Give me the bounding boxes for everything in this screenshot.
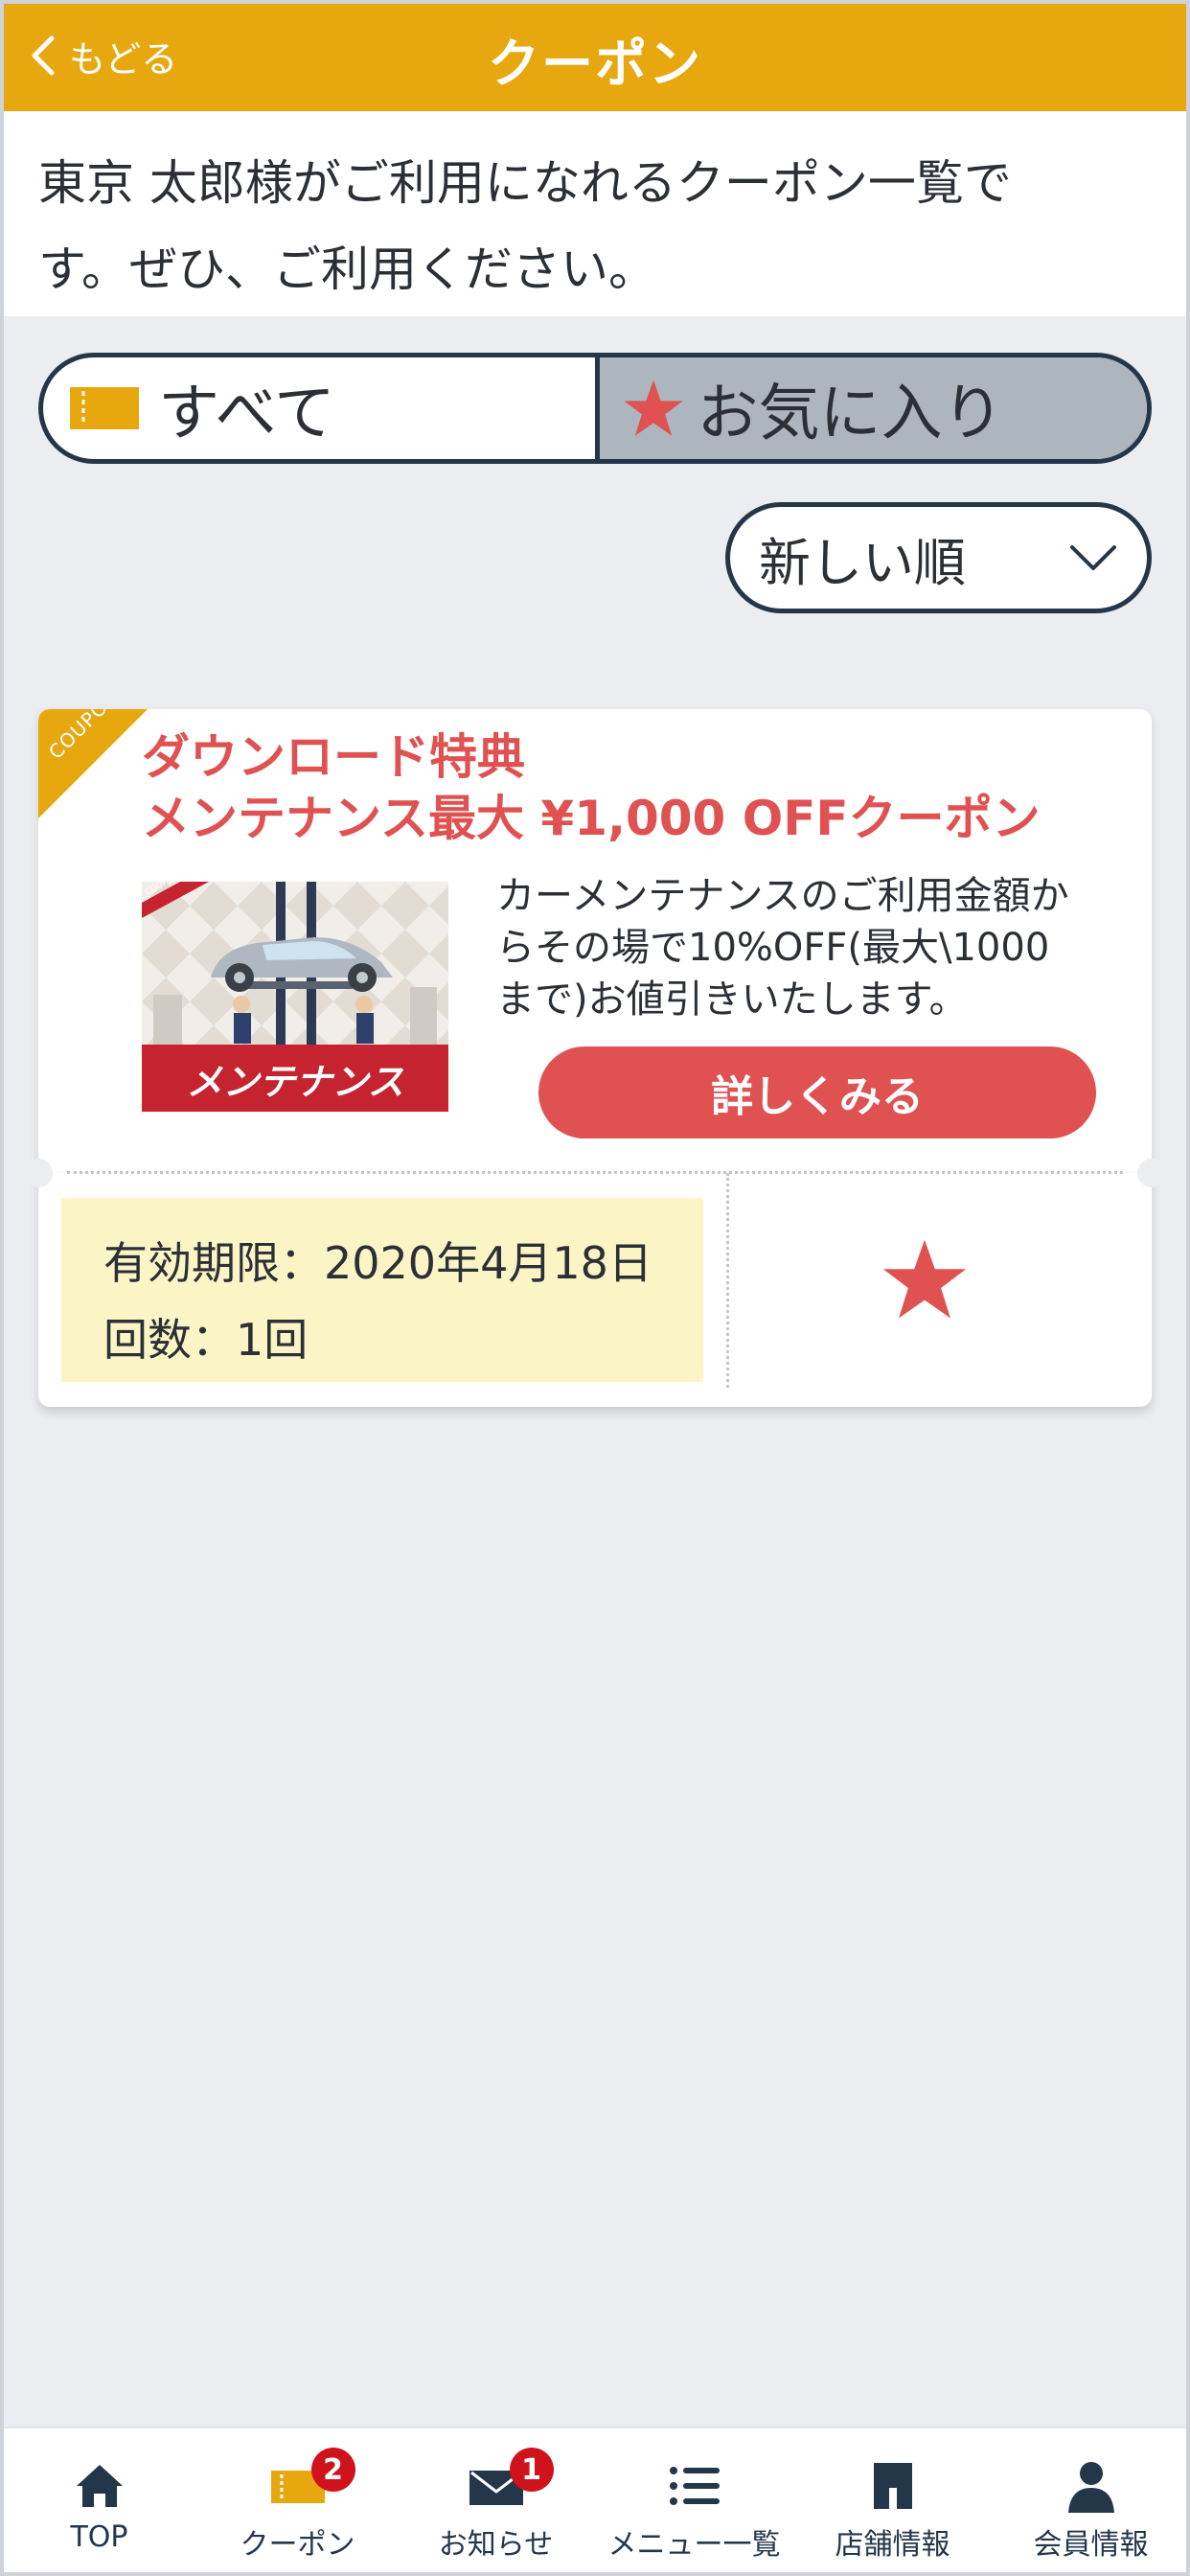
nav-label-news: お知らせ <box>438 2528 554 2562</box>
coupon-title-line-1: ダウンロード特典 <box>142 729 525 785</box>
coupon-image: COUPON メンテナンス <box>142 882 448 1112</box>
user-icon <box>1067 2462 1114 2513</box>
favorite-star-icon[interactable] <box>881 1236 968 1322</box>
coupon-description-line-3: まで)お値引きいたします。 <box>496 978 968 1022</box>
nav-label-top: TOP <box>70 2520 128 2554</box>
intro-line-1: 東京 太郎様がご利用になれるクーポン一覧で <box>38 155 1012 211</box>
nav-label-coupon: クーポン <box>240 2528 355 2562</box>
tab-all[interactable]: すべて <box>43 357 595 459</box>
coupon-title: ダウンロード特典 メンテナンス最大 ¥1,000 OFFクーポン <box>142 726 1041 849</box>
list-icon <box>669 2467 720 2505</box>
nav-item-news[interactable]: 1 お知らせ <box>397 2428 595 2576</box>
chevron-down-icon <box>1070 545 1116 570</box>
filter-tabs: すべて お気に入り <box>38 353 1152 464</box>
nav-item-menu[interactable]: メニュー一覧 <box>595 2428 793 2576</box>
store-icon <box>873 2463 912 2509</box>
star-icon <box>623 380 683 436</box>
intro-text: 東京 太郎様がご利用になれるクーポン一覧で す。ぜひ、ご利用ください。 <box>0 111 1190 316</box>
bottom-tab-bar: TOP 2 クーポン 1 お知らせ メニュー一覧 店舗情報 会員情報 <box>0 2426 1190 2576</box>
intro-line-2: す。ぜひ、ご利用ください。 <box>38 242 656 297</box>
home-icon <box>76 2465 123 2507</box>
nav-item-member[interactable]: 会員情報 <box>992 2428 1190 2576</box>
ticket-notch-right <box>1137 1159 1166 1187</box>
coupon-expiry: 有効期限：2020年4月18日 <box>103 1237 652 1289</box>
tab-favorites[interactable]: お気に入り <box>594 357 1147 459</box>
coupon-title-line-2: メンテナンス最大 ¥1,000 OFFクーポン <box>142 791 1041 846</box>
coupon-description: カーメンテナンスのご利用金額か らその場で10%OFF(最大\1000 まで)お… <box>496 870 1129 1025</box>
coupon-use-count: 回数：1回 <box>103 1314 309 1366</box>
coupon-badge: 2 <box>310 2448 355 2492</box>
coupon-image-caption: メンテナンス <box>142 1045 448 1112</box>
footer-divider <box>726 1173 729 1388</box>
nav-label-menu: メニュー一覧 <box>607 2528 781 2562</box>
sort-select[interactable]: 新しい順 <box>725 502 1152 613</box>
coupon-card: COUPON ダウンロード特典 メンテナンス最大 ¥1,000 OFFクーポン <box>24 709 1166 1407</box>
tab-favorites-label: お気に入り <box>697 379 1004 449</box>
perforation-line <box>67 1171 1123 1174</box>
nav-label-store: 店舗情報 <box>835 2528 950 2562</box>
coupon-validity-box: 有効期限：2020年4月18日 回数：1回 <box>61 1198 703 1382</box>
nav-item-coupon[interactable]: 2 クーポン <box>198 2428 397 2576</box>
detail-button[interactable]: 詳しくみる <box>538 1046 1096 1138</box>
coupon-card-footer: 有効期限：2020年4月18日 回数：1回 <box>38 1173 1152 1407</box>
tab-all-label: すべて <box>158 379 335 449</box>
coupon-description-line-2: らその場で10%OFF(最大\1000 <box>496 926 1050 970</box>
app-header: もどる クーポン <box>0 0 1190 111</box>
coupon-description-line-1: カーメンテナンスのご利用金額か <box>496 874 1069 918</box>
nav-label-member: 会員情報 <box>1033 2528 1149 2562</box>
page-title: クーポン <box>488 34 702 94</box>
news-badge: 1 <box>509 2448 554 2492</box>
ticket-notch-left <box>24 1159 53 1187</box>
coupon-card-body: COUPON ダウンロード特典 メンテナンス最大 ¥1,000 OFFクーポン <box>38 709 1152 1173</box>
nav-item-store[interactable]: 店舗情報 <box>793 2428 992 2576</box>
sort-selected-value: 新しい順 <box>759 532 966 593</box>
ticket-icon <box>70 387 139 429</box>
nav-item-top[interactable]: TOP <box>0 2428 198 2576</box>
